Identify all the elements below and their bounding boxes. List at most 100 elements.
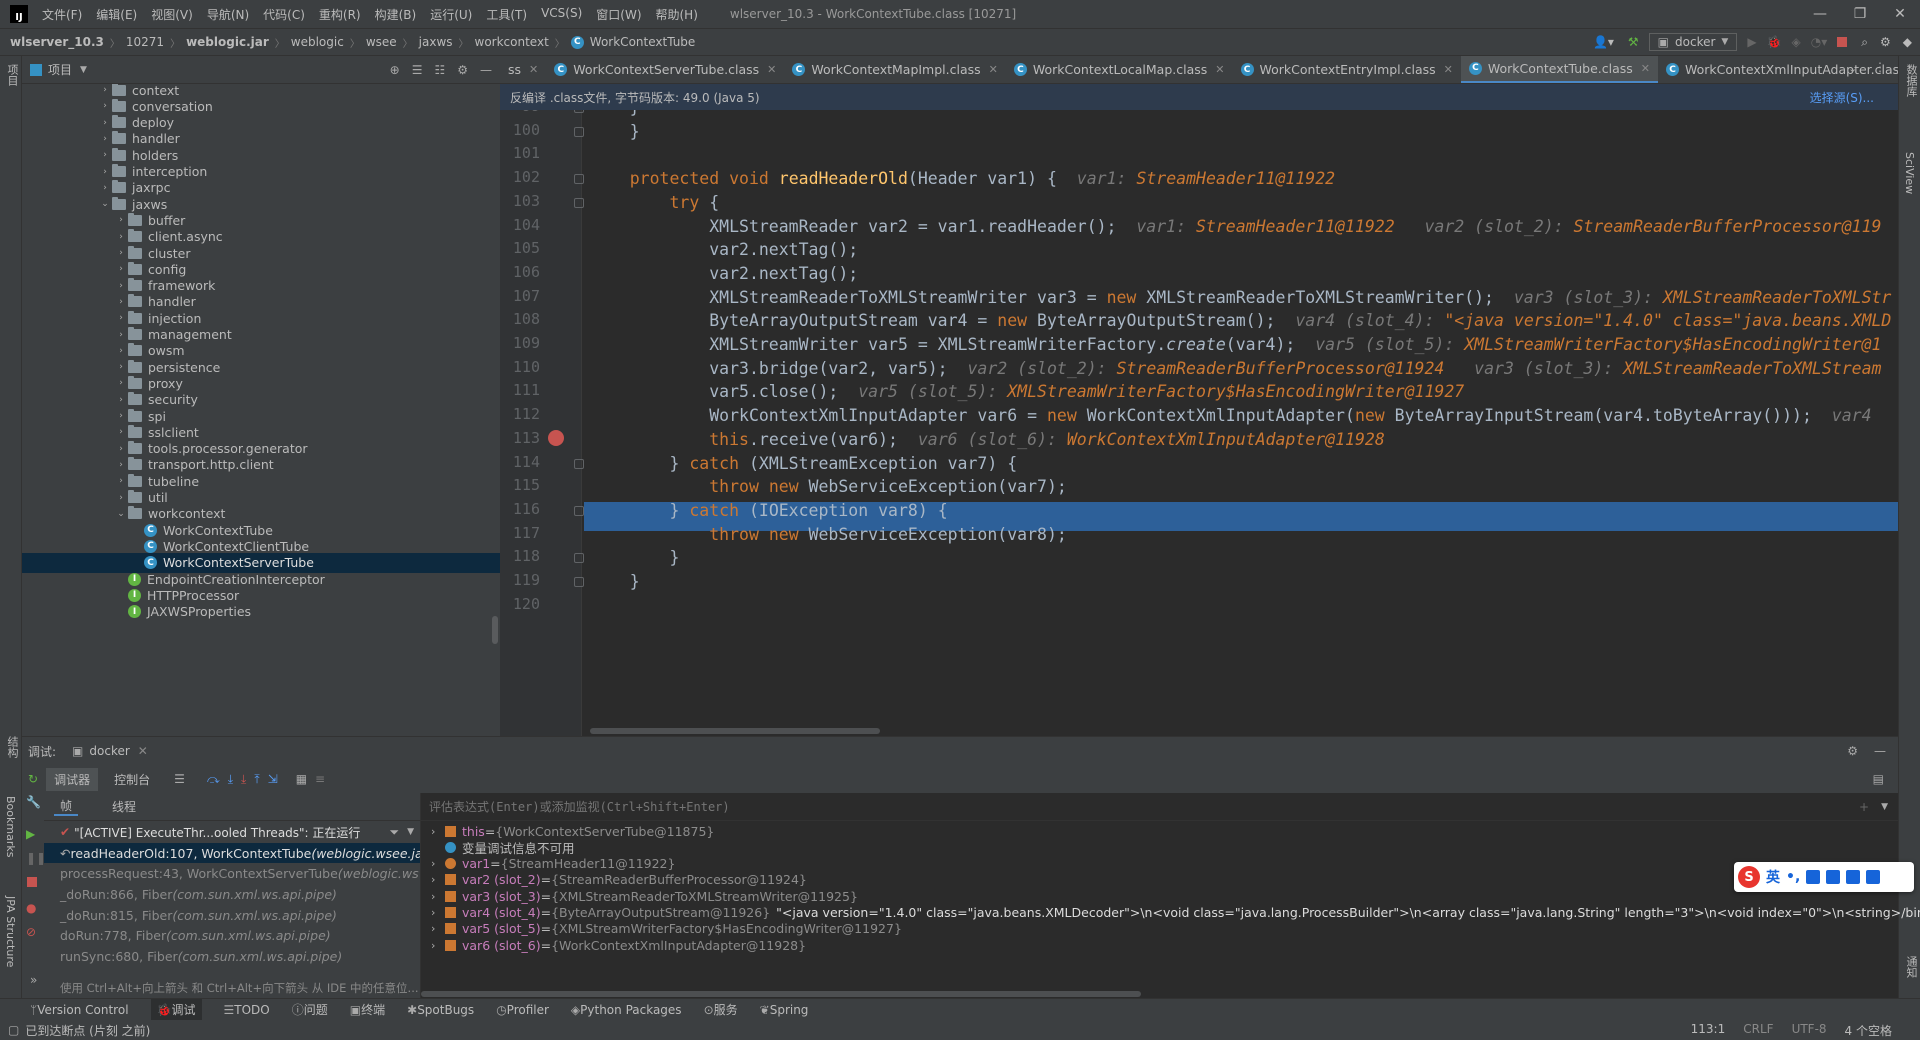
menu-item[interactable]: 导航(N) bbox=[207, 6, 249, 23]
choose-source-link[interactable]: 选择源(S)... bbox=[1810, 89, 1874, 106]
line-number[interactable]: 102 bbox=[500, 168, 540, 186]
frames-tab[interactable]: 帧 bbox=[54, 797, 79, 816]
chevron-right-icon[interactable]: › bbox=[98, 150, 112, 160]
hide-panel-icon[interactable]: — bbox=[480, 63, 492, 77]
breadcrumb-item[interactable]: workcontext bbox=[475, 35, 549, 49]
jetbrains-logo-icon[interactable]: ◆ bbox=[1903, 35, 1912, 49]
hide-panel-icon[interactable]: — bbox=[1874, 744, 1886, 758]
menu-item[interactable]: 帮助(H) bbox=[656, 6, 698, 23]
tool-window-button[interactable]: ⓘ 问题 bbox=[292, 1001, 328, 1018]
chevron-right-icon[interactable]: › bbox=[114, 427, 128, 437]
chevron-right-icon[interactable]: › bbox=[114, 330, 128, 340]
database-tool-label[interactable]: 数据库 bbox=[1903, 64, 1919, 97]
editor-tab[interactable]: CWorkContextXmlInputAdapter.class✕ bbox=[1658, 56, 1898, 83]
line-number[interactable]: 116 bbox=[500, 500, 540, 518]
debugger-tab[interactable]: 调试器 bbox=[46, 767, 99, 791]
line-number[interactable]: 118 bbox=[500, 547, 540, 565]
profile-icon[interactable]: ◔▾ bbox=[1811, 35, 1828, 49]
breadcrumb-item[interactable]: weblogic.jar bbox=[186, 35, 269, 49]
settings-gear-icon[interactable]: ⚙ bbox=[457, 63, 468, 77]
chevron-right-icon[interactable]: › bbox=[114, 232, 128, 242]
editor-gutter[interactable]: 99 100 101 102 103 104 105 106 107 108 109 110 111 11… bbox=[500, 110, 584, 736]
chevron-right-icon[interactable]: › bbox=[114, 248, 128, 258]
restore-icon[interactable]: ❐ bbox=[1840, 6, 1880, 22]
fold-marker-icon[interactable] bbox=[574, 577, 584, 587]
chevron-right-icon[interactable]: › bbox=[114, 215, 128, 225]
line-number[interactable]: 113 bbox=[500, 429, 540, 447]
stack-frame[interactable]: runSync:680, Fiber (com.sun.xml.ws.api.p… bbox=[44, 947, 440, 967]
tree-item[interactable]: I JAXWSProperties bbox=[114, 602, 251, 622]
breadcrumb-item[interactable]: WorkContextTube bbox=[590, 35, 696, 49]
chevron-right-icon[interactable]: › bbox=[114, 395, 128, 405]
force-step-into-icon[interactable]: ⤓ bbox=[241, 772, 246, 787]
tree-scrollbar[interactable] bbox=[492, 616, 498, 644]
keyboard-icon[interactable] bbox=[1826, 870, 1841, 884]
chevron-down-icon[interactable]: ⌄ bbox=[114, 509, 128, 519]
step-over-icon[interactable]: ⤼ bbox=[207, 772, 220, 787]
debug-session-tab[interactable]: docker bbox=[89, 744, 129, 758]
tool-window-button[interactable]: ◈ Python Packages bbox=[571, 1003, 682, 1017]
line-number[interactable]: 101 bbox=[500, 144, 540, 162]
chevron-right-icon[interactable]: › bbox=[114, 346, 128, 356]
menu-item[interactable]: 重构(R) bbox=[319, 6, 361, 23]
stack-frame[interactable]: _doRun:866, Fiber (com.sun.xml.ws.api.pi… bbox=[44, 884, 440, 904]
line-number[interactable]: 111 bbox=[500, 381, 540, 399]
editor-tab[interactable]: C WorkContextMapImpl.class ✕ bbox=[784, 56, 1006, 83]
stack-frame[interactable]: doRun:778, Fiber (com.sun.xml.ws.api.pip… bbox=[44, 926, 440, 946]
ime-language[interactable]: 英 bbox=[1766, 867, 1780, 887]
menu-item[interactable]: 文件(F) bbox=[42, 6, 82, 23]
console-tab[interactable]: 控制台 bbox=[106, 768, 158, 791]
editor-tab[interactable]: C WorkContextLocalMap.class ✕ bbox=[1006, 56, 1233, 83]
variables-horizontal-scrollbar[interactable] bbox=[421, 991, 1141, 997]
stack-frame[interactable]: processRequest:43, WorkContextServerTube… bbox=[44, 864, 440, 884]
notifications-tool-label[interactable]: 通知 bbox=[1903, 956, 1919, 978]
chevron-right-icon[interactable]: › bbox=[431, 922, 445, 935]
trace-icon[interactable]: ≡ bbox=[315, 772, 325, 786]
fold-marker-icon[interactable] bbox=[574, 505, 584, 516]
chevron-right-icon[interactable]: › bbox=[431, 906, 445, 919]
chevron-right-icon[interactable]: › bbox=[114, 476, 128, 486]
resume-icon[interactable]: ▶ bbox=[26, 827, 35, 841]
editor-tab[interactable]: ss ✕ bbox=[500, 56, 546, 83]
line-number[interactable]: 103 bbox=[500, 192, 540, 210]
tool-window-button[interactable]: ✱ SpotBugs bbox=[407, 1003, 474, 1017]
line-number[interactable]: 107 bbox=[500, 287, 540, 305]
user-icon[interactable]: 👤▾ bbox=[1593, 35, 1614, 49]
editor-tab[interactable]: C WorkContextEntryImpl.class ✕ bbox=[1233, 56, 1461, 83]
line-number[interactable]: 100 bbox=[500, 121, 540, 139]
layout-icon[interactable]: ▤ bbox=[1873, 772, 1884, 786]
close-tab-icon[interactable]: ✕ bbox=[529, 63, 538, 76]
tool-window-button[interactable]: ⊙ 服务 bbox=[704, 1001, 738, 1018]
status-message[interactable]: 已到达断点 (片刻 之前) bbox=[25, 1022, 150, 1039]
breadcrumb-item[interactable]: weblogic bbox=[291, 35, 344, 49]
chevron-right-icon[interactable]: › bbox=[114, 444, 128, 454]
fold-marker-icon[interactable] bbox=[574, 458, 584, 469]
line-number[interactable]: 115 bbox=[500, 476, 540, 494]
tool-window-button[interactable]: 🐞 调试 bbox=[150, 998, 202, 1021]
chevron-right-icon[interactable]: › bbox=[114, 313, 128, 323]
breadcrumb-item[interactable]: jaxws bbox=[419, 35, 453, 49]
editor-tab[interactable]: C WorkContextServerTube.class ✕ bbox=[546, 56, 784, 83]
project-panel-title[interactable]: 项目 bbox=[48, 61, 72, 78]
tool-window-button[interactable]: ☰ TODO bbox=[224, 1003, 270, 1017]
line-number[interactable]: 114 bbox=[500, 453, 540, 471]
more-options-icon[interactable]: ⋮ bbox=[1874, 60, 1886, 74]
chevron-right-icon[interactable]: › bbox=[431, 890, 445, 903]
line-number[interactable]: 99 bbox=[500, 110, 540, 115]
grid-menu-icon[interactable] bbox=[1866, 870, 1881, 884]
variable-row[interactable]: › var6 (slot_6) = {WorkContextXmlInputAda… bbox=[431, 935, 806, 955]
stop-icon[interactable] bbox=[1837, 37, 1848, 47]
line-number[interactable]: 109 bbox=[500, 334, 540, 352]
run-to-cursor-icon[interactable]: ⇲ bbox=[268, 772, 278, 786]
wrench-icon[interactable]: 🔧 bbox=[26, 795, 41, 809]
skin-icon[interactable] bbox=[1846, 870, 1861, 884]
line-separator[interactable]: CRLF bbox=[1743, 1022, 1773, 1039]
fold-marker-icon[interactable] bbox=[574, 197, 584, 208]
add-watch-icon[interactable]: + bbox=[1859, 800, 1869, 814]
collapse-all-icon[interactable]: ☷ bbox=[434, 63, 445, 77]
chevron-right-icon[interactable]: › bbox=[98, 101, 112, 111]
rerun-icon[interactable]: ↻ bbox=[28, 772, 38, 786]
chevron-right-icon[interactable]: › bbox=[98, 85, 112, 95]
close-tab-icon[interactable]: ✕ bbox=[1215, 63, 1224, 76]
search-icon[interactable]: ⌕ bbox=[1861, 35, 1868, 50]
